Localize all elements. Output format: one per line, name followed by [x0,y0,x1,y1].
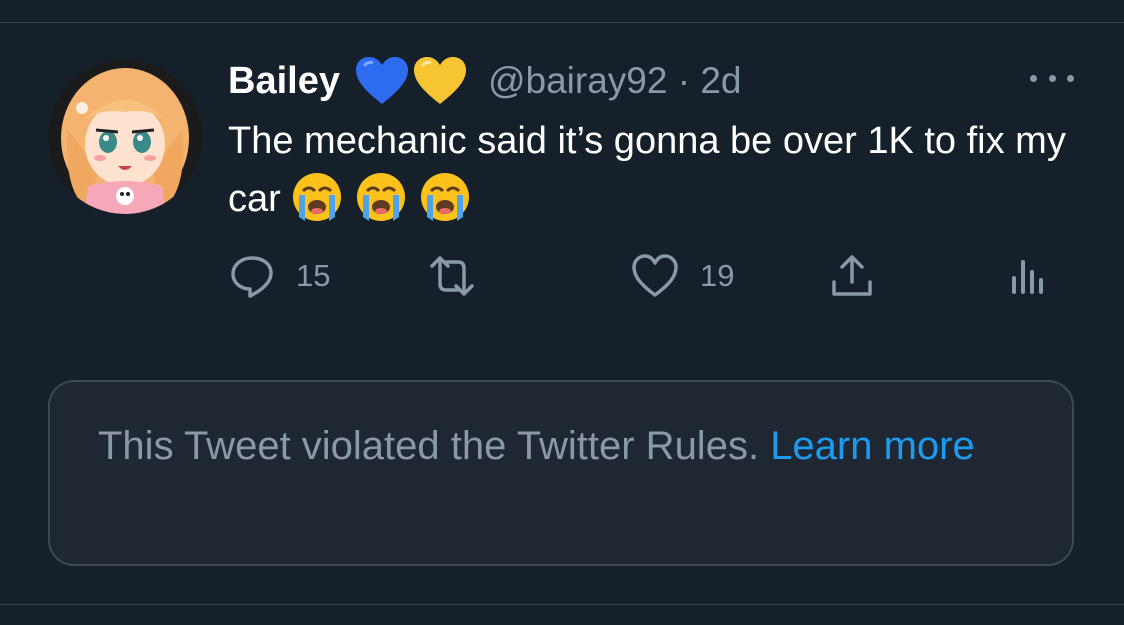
tweet-screen: Bailey @bairay92 · 2d The mechanic said … [0,0,1124,625]
like-count: 19 [700,258,735,293]
loudly-crying-face-icon [292,172,341,221]
handle-text[interactable]: @bairay92 [488,60,668,101]
loudly-crying-face-icon [356,172,405,221]
reply-icon [231,256,273,298]
retweet-button[interactable] [424,248,500,304]
analytics-icon [1012,260,1043,294]
separator: · [677,60,691,101]
notice-text-block: This Tweet violated the Twitter Rules. L… [98,418,1024,474]
reply-button[interactable]: 15 [228,248,330,304]
tweet-body: The mechanic said it’s gonna be over 1K … [228,112,1068,228]
tweet-header: Bailey @bairay92 · 2d [228,54,742,108]
more-dot [1067,74,1074,82]
display-name[interactable]: Bailey [228,60,340,103]
handle[interactable]: @bairay92 · 2d [488,60,742,102]
like-button[interactable]: 19 [630,248,734,304]
action-bar: 15 19 [228,248,1058,304]
yellow-heart-icon [412,56,468,106]
more-dot [1030,74,1037,82]
violation-notice: This Tweet violated the Twitter Rules. L… [48,380,1074,566]
learn-more-link[interactable]: Learn more [770,424,975,468]
loudly-crying-face-icon [420,172,469,221]
share-icon [832,255,872,296]
avatar-image [48,60,202,214]
more-dot [1048,74,1056,82]
retweet-icon [430,256,474,296]
emoji-row [291,171,471,223]
share-button[interactable] [830,248,874,304]
timestamp[interactable]: 2d [700,60,741,101]
heart-icon [632,254,678,297]
analytics-button[interactable] [1008,248,1048,304]
more-options-icon[interactable] [1030,66,1074,90]
avatar[interactable] [48,60,202,214]
notice-text: This Tweet violated the Twitter Rules. [98,424,760,468]
top-divider [0,22,1124,23]
reply-count: 15 [296,258,331,293]
bottom-divider [0,604,1124,605]
blue-heart-icon [354,56,410,106]
